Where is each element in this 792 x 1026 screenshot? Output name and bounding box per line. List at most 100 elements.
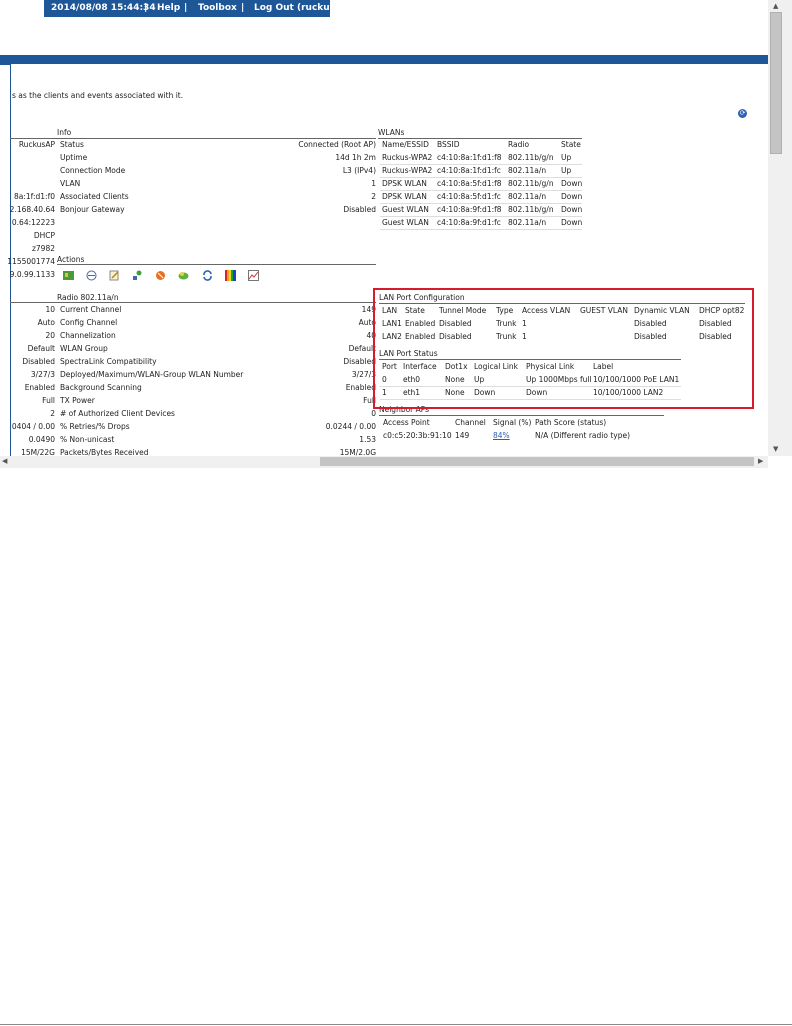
radio-value: Disabled [343,357,376,366]
radio-left-value: 20 [45,331,55,340]
signal-link[interactable]: 84% [493,430,510,442]
toolbox-link[interactable]: Toolbox [198,0,237,17]
info-left-value: 0.64:12223 [11,218,55,227]
help-link[interactable]: Help [157,0,180,17]
wlans-cell: c4:10:8a:9f:d1:fc [437,218,501,227]
actions-toolbar [63,265,266,281]
radio-left-value: Enabled [24,383,55,392]
separator: | [241,3,245,13]
info-value: 14d 1h 2m [335,153,376,162]
horizontal-scroll-thumb[interactable] [320,457,754,466]
info-left-value: 2.168.40.64 [9,205,55,214]
wlans-header: Radio [508,140,530,149]
chart-icon[interactable] [247,270,259,281]
info-value: Disabled [343,205,376,214]
restart-icon[interactable] [155,270,166,281]
radio-label: WLAN Group [60,344,108,353]
radio-value: 3/27/3 [351,370,376,379]
neighbor-cell: N/A (Different radio type) [535,431,631,440]
intro-text: s as the clients and events associated w… [12,91,184,100]
wlans-cell: 802.11a/n [508,218,547,227]
radio-label: Current Channel [60,305,122,314]
wlans-cell: 802.11b/g/n [508,205,554,214]
radio-label: Deployed/Maximum/WLAN-Group WLAN Number [60,370,244,379]
radio-left-value: 0404 / 0.00 [11,422,55,431]
row-divider [380,229,582,230]
info-left-value: RuckusAP [18,140,55,149]
support-icon[interactable] [178,270,189,281]
info-label: Connection Mode [60,166,126,175]
scroll-down-icon[interactable]: ▼ [773,445,778,453]
radio-left-value: 10 [45,305,55,314]
highlight-box [373,288,754,409]
refresh-icon[interactable]: ⟳ [738,109,747,118]
wlans-cell: c4:10:8a:1f:d1:fc [437,166,501,175]
neighbor-cell: c0:c5:20:3b:91:10 [383,431,452,440]
radio-left-value: Auto [37,318,55,327]
wlans-cell: c4:10:8a:5f:d1:fc [437,192,501,201]
radio-left-value: 0.0490 [28,435,55,444]
info-label: Status [60,140,84,149]
divider [10,302,376,303]
radio-value: Auto [358,318,376,327]
info-value: 1 [371,179,376,188]
scroll-right-icon[interactable]: ▶ [758,457,763,465]
page-bottom-border [0,1024,792,1025]
network-icon[interactable] [132,270,143,281]
logout-link[interactable]: Log Out (ruckus) [254,0,339,17]
radio-value: Full [363,396,376,405]
wlans-cell: c4:10:8a:9f:d1:f8 [437,205,502,214]
radio-value: 1.53 [359,435,376,444]
radio-value: 0 [371,409,376,418]
wlans-cell: c4:10:8a:5f:d1:f8 [437,179,502,188]
radio-left-value: Disabled [22,357,55,366]
info-left-value: 9.0.99.1133 [9,270,55,279]
wlans-header: Name/ESSID [382,140,429,149]
info-title: Info [57,128,72,137]
info-value: Connected (Root AP) [298,140,376,149]
wlans-cell: Down [561,179,583,188]
radio-label: Packets/Bytes Received [60,448,149,456]
wlans-cell: Down [561,218,583,227]
radio-label: TX Power [60,396,95,405]
divider [379,415,664,416]
radio-left-value: Default [27,344,55,353]
neighbor-header: Signal (%) [493,418,532,427]
wlans-cell: Guest WLAN [382,205,429,214]
radio-label: Channelization [60,331,116,340]
wlans-cell: 802.11b/g/n [508,153,554,162]
radio-label: # of Authorized Client Devices [60,409,175,418]
info-left-value: 8a:1f:d1:f0 [13,192,55,201]
radio-value: 15M/2.0G [339,448,376,456]
separator: | [144,3,148,13]
radio-left-value: 15M/22G [21,448,55,456]
separator: | [184,3,188,13]
wlans-cell: Down [561,205,583,214]
scroll-up-icon[interactable]: ▲ [773,2,778,10]
info-value: 2 [371,192,376,201]
wlans-cell: DPSK WLAN [382,179,427,188]
radio-value: Default [348,344,376,353]
vertical-scroll-thumb[interactable] [770,12,782,154]
sync-icon[interactable] [202,270,213,281]
info-left-value: 1155001774 [7,257,55,266]
scroll-left-icon[interactable]: ◀ [2,457,7,465]
info-left-value: z7982 [31,244,55,253]
wlans-title: WLANs [378,128,405,137]
trace-icon[interactable] [86,270,97,281]
wlans-cell: 802.11a/n [508,166,547,175]
radio-label: % Non-unicast [60,435,115,444]
neighbor-header: Channel [455,418,486,427]
spectrum-icon[interactable] [224,270,236,281]
edit-icon[interactable] [109,270,120,281]
wlans-cell: Up [561,153,572,162]
neighbor-cell: 149 [455,431,470,440]
neighbor-header: Path Score (status) [535,418,607,427]
radio-left-value: 3/27/3 [30,370,55,379]
map-icon[interactable] [63,270,74,281]
radio-title: Radio 802.11a/n [57,293,119,302]
wlans-cell: Down [561,192,583,201]
info-left-value: DHCP [33,231,55,240]
radio-value: Enabled [345,383,376,392]
wlans-cell: Ruckus-WPA2 [382,166,433,175]
